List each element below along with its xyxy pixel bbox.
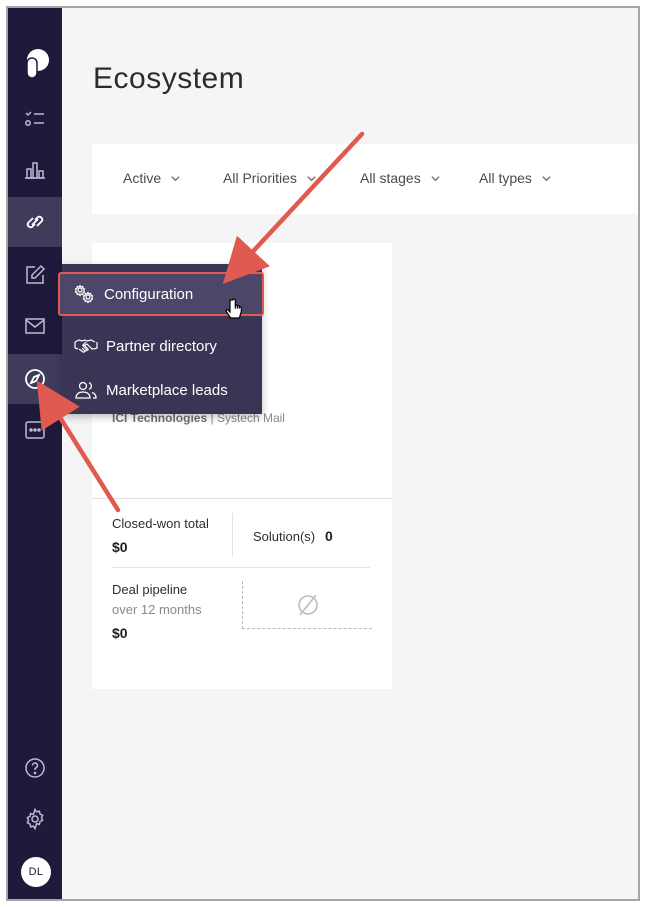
tasks-icon <box>25 111 44 126</box>
gear-icon <box>26 807 44 831</box>
stage-filter[interactable]: All stages <box>360 170 441 186</box>
marketplace-menu: Configuration Partner directory Marketpl… <box>58 264 264 414</box>
app-logo[interactable] <box>22 48 50 78</box>
sidebar-item-ecosystem[interactable] <box>8 197 62 247</box>
edit-icon <box>26 264 46 284</box>
solutions-value: 0 <box>325 528 333 544</box>
sidebar-item-reports[interactable] <box>8 145 62 195</box>
menu-item-marketplace-leads-label: Marketplace leads <box>106 381 228 399</box>
stat-divider <box>232 513 233 557</box>
hand-cursor-icon <box>225 298 242 319</box>
sidebar-item-mail[interactable] <box>8 301 62 351</box>
users-icon <box>75 381 97 399</box>
closed-won-value: $0 <box>112 539 128 555</box>
sidebar-item-settings[interactable] <box>8 794 62 844</box>
pipeline-value: $0 <box>112 625 128 641</box>
chevron-down-icon <box>542 175 551 181</box>
sidebar-item-chat[interactable] <box>8 405 62 455</box>
handshake-icon <box>74 339 98 353</box>
closed-won-label: Closed-won total <box>112 516 209 531</box>
sidebar-item-marketplace[interactable] <box>8 354 62 404</box>
stage-filter-label: All stages <box>360 170 421 186</box>
bar-chart-icon <box>25 162 45 179</box>
chat-icon <box>25 421 45 439</box>
pipeline-empty-state <box>242 581 372 629</box>
type-filter-label: All types <box>479 170 532 186</box>
sidebar-item-tasks[interactable] <box>8 94 62 144</box>
page-title: Ecosystem <box>93 62 245 95</box>
gears-icon <box>74 284 94 304</box>
menu-item-partner-directory-label: Partner directory <box>106 337 217 355</box>
menu-item-marketplace-leads[interactable]: Marketplace leads <box>62 368 262 412</box>
menu-item-configuration[interactable]: Configuration <box>58 272 264 319</box>
filter-bar: Active All Priorities All stages All typ… <box>92 144 638 214</box>
status-filter[interactable]: Active <box>123 170 181 186</box>
chevron-down-icon <box>307 175 316 181</box>
solutions-label: Solution(s) <box>253 529 316 544</box>
app-window: DL Ecosystem Active All Priorities All s… <box>6 6 640 901</box>
mail-icon <box>25 318 45 334</box>
pipeline-sub-label: over 12 months <box>112 602 202 617</box>
menu-item-configuration-label: Configuration <box>104 285 194 303</box>
sidebar: DL <box>8 8 62 899</box>
stat-divider-horizontal <box>112 567 370 568</box>
compass-icon <box>25 369 45 389</box>
status-filter-label: Active <box>123 170 162 186</box>
help-icon <box>25 758 45 778</box>
link-icon <box>26 215 44 229</box>
menu-item-partner-directory[interactable]: Partner directory <box>62 324 262 368</box>
priority-filter[interactable]: All Priorities <box>223 170 317 186</box>
card-divider <box>92 498 392 499</box>
priority-filter-label: All Priorities <box>223 170 297 186</box>
chevron-down-icon <box>431 175 440 181</box>
pipeline-label: Deal pipeline <box>112 582 188 597</box>
user-avatar[interactable]: DL <box>21 857 51 887</box>
chevron-down-icon <box>171 175 180 181</box>
sidebar-item-notes[interactable] <box>8 250 62 300</box>
sidebar-item-help[interactable] <box>8 743 62 793</box>
type-filter[interactable]: All types <box>479 170 552 186</box>
empty-set-icon <box>297 594 318 615</box>
